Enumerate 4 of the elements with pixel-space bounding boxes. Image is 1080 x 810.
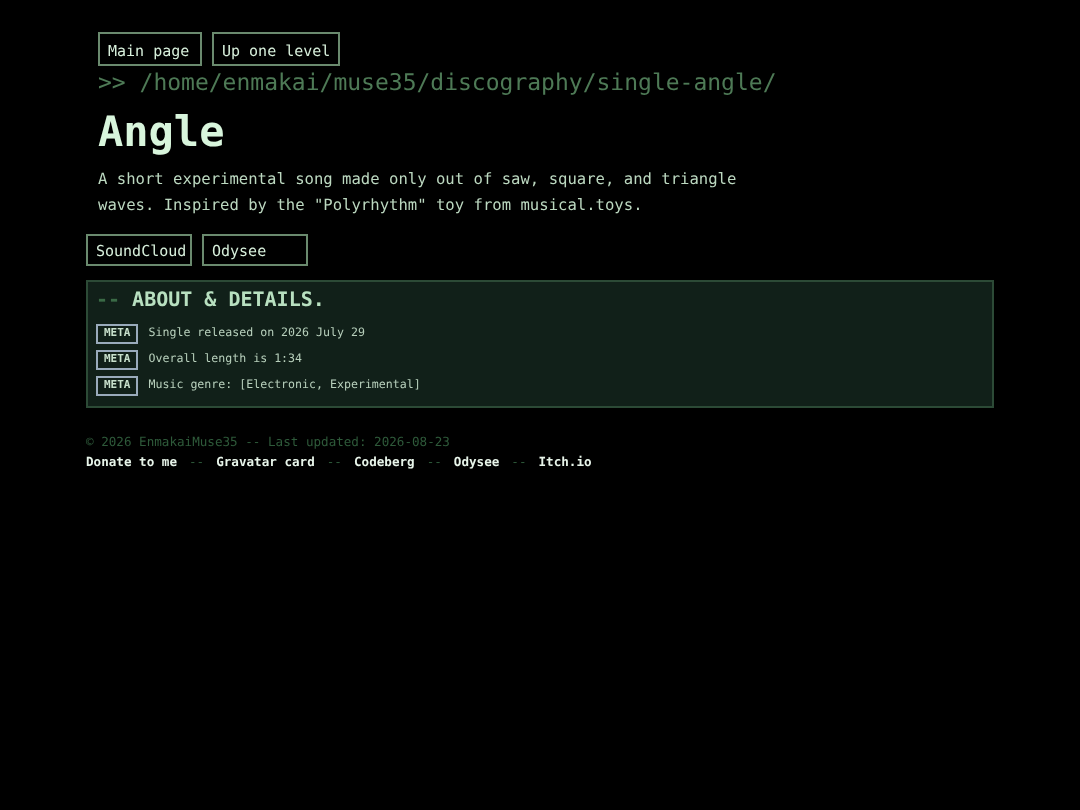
page-title: Angle [98, 108, 227, 156]
section-heading: ABOUT & DETAILS. [132, 290, 325, 312]
directory-path: >> /home/enmakai/muse35/discography/single-angle/ [98, 68, 779, 96]
heading-prefix: -- [96, 290, 121, 312]
